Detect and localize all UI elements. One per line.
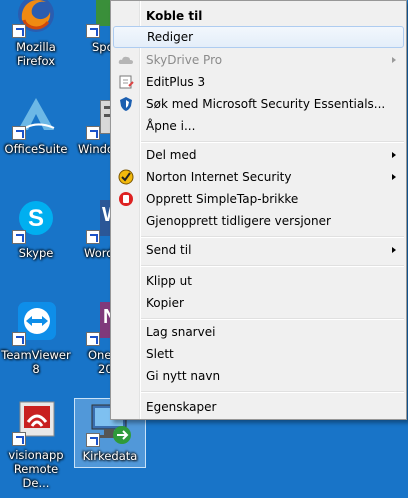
- desktop-icon-label: OfficeSuite: [4, 142, 68, 156]
- desktop-icon-label: Skype: [18, 246, 54, 260]
- context-menu: Koble til Rediger SkyDrive Pro EditPlus …: [110, 0, 407, 420]
- menu-item-gi-nytt-navn[interactable]: Gi nytt navn: [113, 365, 404, 387]
- desktop-icon-teamviewer[interactable]: TeamViewer 8: [0, 298, 72, 376]
- menu-item-lag-snarvei[interactable]: Lag snarvei: [113, 321, 404, 343]
- menu-item-skydrive-pro[interactable]: SkyDrive Pro: [113, 49, 404, 71]
- menu-item-egenskaper[interactable]: Egenskaper: [113, 396, 404, 418]
- desktop-icon-officesuite[interactable]: OfficeSuite: [0, 92, 72, 156]
- menu-item-send-til[interactable]: Send til: [113, 239, 404, 261]
- menu-separator: [141, 141, 404, 143]
- cloud-icon: [118, 52, 134, 68]
- menu-separator: [141, 318, 404, 320]
- simpletap-icon: [118, 191, 134, 207]
- menu-item-norton[interactable]: Norton Internet Security: [113, 166, 404, 188]
- desktop-icon-label: Kirkedata: [82, 449, 138, 463]
- menu-item-apne-i[interactable]: Åpne i...: [113, 115, 404, 137]
- submenu-arrow-icon: [392, 152, 396, 158]
- menu-item-koble-til[interactable]: Koble til: [113, 5, 404, 27]
- menu-separator: [141, 391, 404, 393]
- menu-separator: [141, 236, 404, 238]
- menu-item-kopier[interactable]: Kopier: [113, 292, 404, 314]
- desktop-icon-label: Mozilla Firefox: [16, 40, 56, 68]
- skype-icon: S: [12, 196, 60, 244]
- menu-item-gjenopprett[interactable]: Gjenopprett tidligere versjoner: [113, 210, 404, 232]
- menu-item-editplus[interactable]: EditPlus 3: [113, 71, 404, 93]
- officesuite-icon: [12, 92, 60, 140]
- editplus-icon: [118, 74, 134, 90]
- desktop-icon-label: visionapp Remote De...: [8, 448, 64, 490]
- norton-icon: [118, 169, 134, 185]
- submenu-arrow-icon: [392, 57, 396, 63]
- menu-item-simpletap[interactable]: Opprett SimpleTap-brikke: [113, 188, 404, 210]
- menu-separator: [141, 265, 404, 267]
- menu-item-rediger[interactable]: Rediger: [113, 26, 404, 48]
- svg-text:S: S: [28, 205, 44, 232]
- desktop-icon-visionapp[interactable]: visionapp Remote De...: [0, 398, 72, 490]
- firefox-icon: [12, 0, 60, 38]
- submenu-arrow-icon: [392, 247, 396, 253]
- menu-item-del-med[interactable]: Del med: [113, 144, 404, 166]
- submenu-arrow-icon: [392, 174, 396, 180]
- teamviewer-icon: [12, 298, 60, 346]
- desktop-icon-skype[interactable]: S Skype: [0, 196, 72, 260]
- desktop-icon-firefox[interactable]: Mozilla Firefox: [0, 0, 72, 68]
- visionapp-icon: [12, 398, 60, 446]
- security-essentials-icon: [118, 96, 134, 112]
- menu-item-security-essentials[interactable]: Søk med Microsoft Security Essentials...: [113, 93, 404, 115]
- menu-item-slett[interactable]: Slett: [113, 343, 404, 365]
- menu-item-klipp-ut[interactable]: Klipp ut: [113, 270, 404, 292]
- desktop-icon-label: TeamViewer 8: [1, 348, 71, 376]
